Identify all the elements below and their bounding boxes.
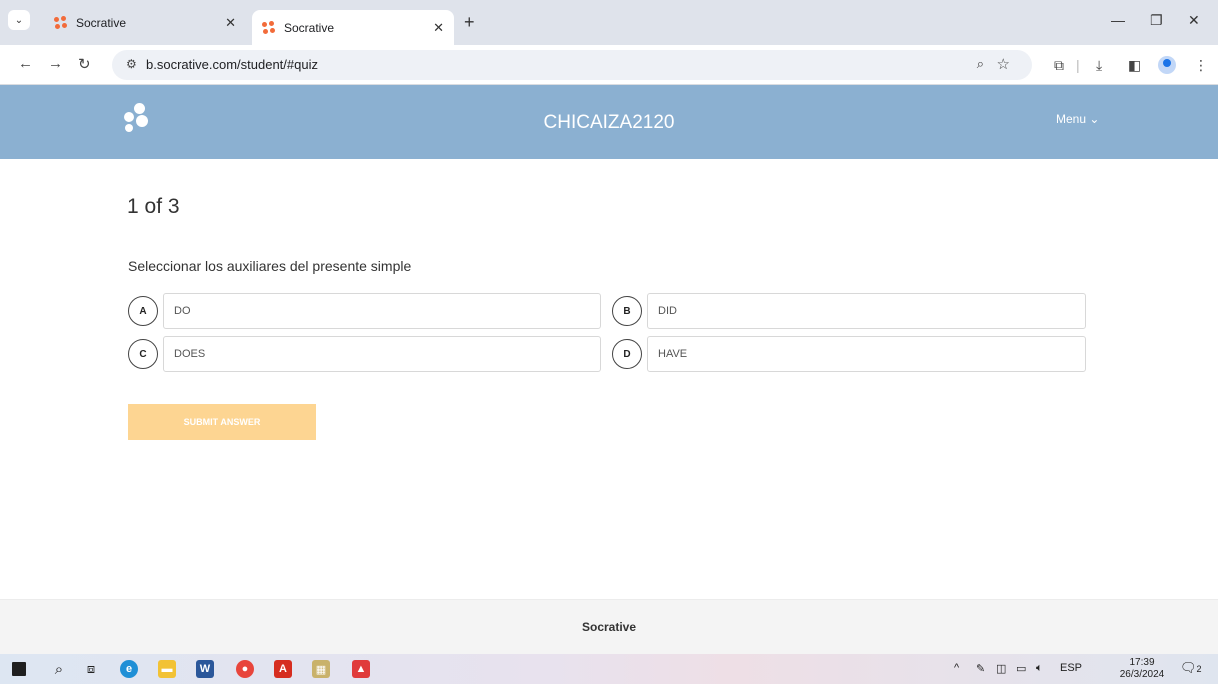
forward-icon[interactable]: → <box>48 55 63 72</box>
choice-c-letter[interactable]: C <box>128 339 158 369</box>
close-tab-icon[interactable]: ✕ <box>225 15 236 31</box>
socrative-favicon-icon <box>54 16 68 30</box>
extensions-icon[interactable]: ⧉ <box>1054 57 1064 74</box>
zoom-icon[interactable]: ⌕ <box>977 56 984 72</box>
bookmark-star-icon[interactable]: ☆ <box>997 55 1010 73</box>
edge-browser-icon[interactable]: e <box>120 660 138 678</box>
chevron-down-icon: ⌄ <box>1089 112 1100 126</box>
choice-d-letter[interactable]: D <box>612 339 642 369</box>
tab-title: Socrative <box>76 16 127 30</box>
notification-count: 2 <box>1196 664 1202 674</box>
choice-d-option[interactable]: HAVE <box>647 336 1086 372</box>
toolbar-divider: | <box>1076 57 1080 73</box>
restore-icon[interactable]: ❐ <box>1150 12 1163 29</box>
close-window-icon[interactable]: ✕ <box>1188 12 1200 29</box>
site-info-icon[interactable]: ⚙ <box>126 57 137 71</box>
red-app-icon[interactable]: ▲ <box>352 660 370 678</box>
battery-icon[interactable]: ▭ <box>1016 662 1026 675</box>
new-tab-icon[interactable]: + <box>464 12 475 33</box>
url-text: b.socrative.com/student/#quiz <box>146 57 318 72</box>
word-icon[interactable]: W <box>196 660 214 678</box>
language-indicator[interactable]: ESP <box>1060 662 1082 674</box>
choice-b-letter[interactable]: B <box>612 296 642 326</box>
page-footer: Socrative <box>0 599 1218 654</box>
minimize-icon[interactable]: — <box>1111 12 1125 28</box>
taskbar-clock[interactable]: 17:39 26/3/2024 <box>1112 657 1172 681</box>
file-explorer-icon[interactable]: ▬ <box>158 660 176 678</box>
pen-icon[interactable]: ✎ <box>976 662 985 675</box>
profile-avatar-icon[interactable] <box>1158 56 1176 74</box>
browser-tab-1[interactable]: Socrative ✕ <box>44 9 246 37</box>
back-icon[interactable]: ← <box>18 55 33 72</box>
choice-a-letter[interactable]: A <box>128 296 158 326</box>
show-hidden-icons-icon[interactable]: ^ <box>954 662 959 674</box>
clock-time: 17:39 <box>1129 657 1155 668</box>
choice-a-option[interactable]: DO <box>163 293 601 329</box>
chrome-icon[interactable]: ● <box>236 660 254 678</box>
tab-title: Socrative <box>284 20 335 35</box>
menu-button[interactable]: Menu ⌄ <box>1056 112 1099 126</box>
side-panel-icon[interactable]: ◧ <box>1128 57 1141 74</box>
reload-icon[interactable]: ↻ <box>78 55 91 73</box>
menu-label: Menu <box>1056 112 1087 126</box>
acrobat-icon[interactable]: A <box>274 660 292 678</box>
search-icon[interactable]: ⌕ <box>50 660 68 678</box>
address-bar[interactable]: ⚙ b.socrative.com/student/#quiz ⌕ ☆ <box>112 50 1032 80</box>
close-tab-icon[interactable]: ✕ <box>433 20 444 36</box>
room-name: CHICAIZA2120 <box>543 112 675 133</box>
clock-date: 26/3/2024 <box>1119 669 1165 680</box>
chevron-down-icon: ⌄ <box>14 14 24 26</box>
kebab-menu-icon[interactable]: ⋮ <box>1194 57 1208 74</box>
browser-tab-2[interactable]: Socrative ✕ <box>252 10 454 45</box>
volume-icon[interactable]: 🔈︎ <box>1036 662 1043 675</box>
socrative-favicon-icon <box>262 20 276 35</box>
windows-start-icon[interactable] <box>12 662 26 676</box>
submit-answer-button[interactable]: SUBMIT ANSWER <box>128 404 316 440</box>
tab-search-button[interactable]: ⌄ <box>8 10 30 30</box>
task-view-icon[interactable]: ⧈ <box>82 660 100 678</box>
windows-taskbar: ⌕ ⧈ e ▬ W ● A ▦ ▲ ^ ✎ ◫ ▭ 🔈︎ ESP <box>0 654 1218 684</box>
question-progress: 1 of 3 <box>127 195 180 218</box>
tab-strip: ⌄ Socrative ✕ Socrative ✕ + — ❐ ✕ <box>0 0 1218 45</box>
choice-c-option[interactable]: DOES <box>163 336 601 372</box>
downloads-icon[interactable]: ⤓ <box>1096 57 1102 74</box>
notification-center-icon[interactable]: 🗨︎2 <box>1180 660 1202 676</box>
media-app-icon[interactable]: ▦ <box>312 660 330 678</box>
choice-b-option[interactable]: DID <box>647 293 1086 329</box>
browser-toolbar: ← → ↻ ⚙ b.socrative.com/student/#quiz ⌕ … <box>0 45 1218 85</box>
question-text: Seleccionar los auxiliares del presente … <box>128 258 412 274</box>
meet-now-icon[interactable]: ◫ <box>996 662 1006 675</box>
footer-brand: Socrative <box>581 620 637 634</box>
